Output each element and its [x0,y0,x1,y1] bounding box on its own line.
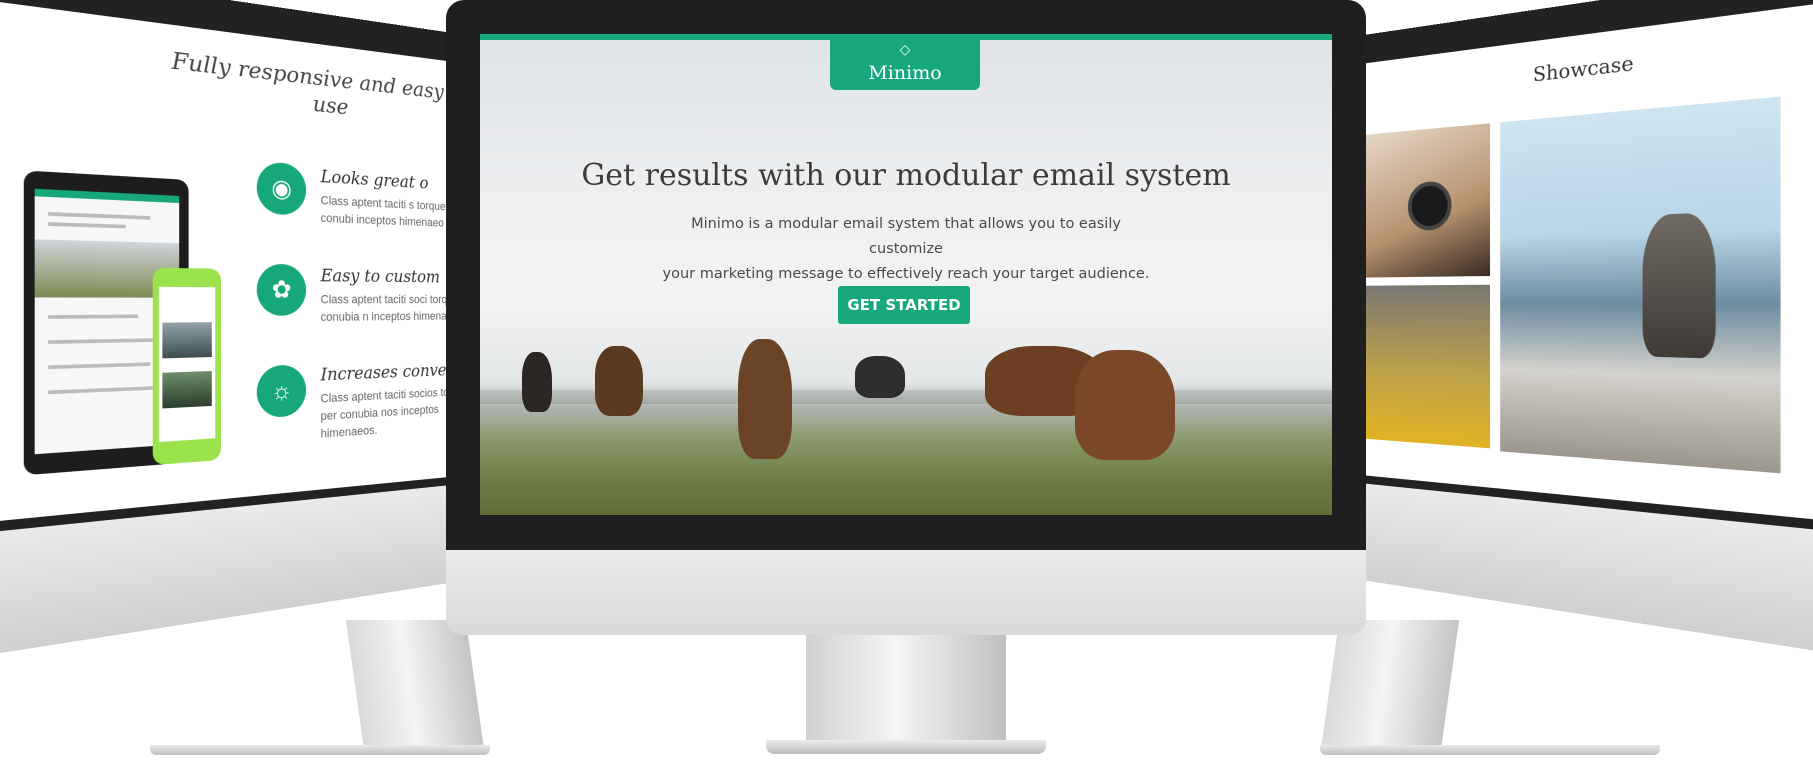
feature-item: ◉ Looks great o Class aptent taciti s to… [256,161,476,230]
feature-item: ✿ Easy to custom Class aptent taciti soc… [256,263,476,324]
hero-description-line: Minimo is a modular email system that al… [691,216,1121,257]
logo-badge[interactable]: ◇ Minimo [830,34,980,90]
horse [1075,350,1175,460]
palette-icon: ✿ [256,263,307,316]
right-monitor: Showcase [1330,0,1813,667]
feature-item: ☼ Increases convers Class aptent taciti … [256,358,476,441]
center-monitor: ◇ Minimo Get results with our modular em… [446,0,1366,640]
left-monitor-base [150,745,490,755]
left-monitor: Fully responsive and easy to use ◉ Looks… [0,0,501,667]
hero-description-line: your marketing message to effectively re… [662,266,1150,282]
showcase-photo-pelican [1500,96,1781,474]
globe-icon: ◉ [256,161,307,216]
showcase-photo-camera [1362,123,1491,278]
right-monitor-screen: Showcase [1354,0,1813,526]
horse [522,352,552,412]
center-monitor-chin [446,550,1366,635]
hero-headline: Get results with our modular email syste… [581,158,1231,193]
left-monitor-screen: Fully responsive and easy to use ◉ Looks… [0,0,476,526]
logo-name: Minimo [868,62,942,84]
center-monitor-stand [806,635,1006,750]
center-monitor-screen: ◇ Minimo Get results with our modular em… [480,34,1332,515]
lightbulb-icon: ☼ [256,364,307,419]
phone-preview [152,267,221,466]
product-mockup-scene: Fully responsive and easy to use ◉ Looks… [0,0,1813,768]
feature-heading: Easy to custom [320,264,440,287]
horse [595,346,643,416]
right-monitor-base [1320,745,1660,755]
hero-description: Minimo is a modular email system that al… [656,212,1156,287]
camera-lens [1407,180,1452,232]
feature-heading: Increases convers [320,359,461,385]
pelican-figure [1642,212,1716,359]
diamond-icon: ◇ [899,41,911,57]
horse [738,339,792,459]
horse [855,356,905,398]
showcase-photo-city [1362,284,1491,449]
get-started-button[interactable]: GET STARTED [838,286,970,324]
center-monitor-base [766,740,1046,754]
feature-heading: Looks great o [320,165,429,193]
